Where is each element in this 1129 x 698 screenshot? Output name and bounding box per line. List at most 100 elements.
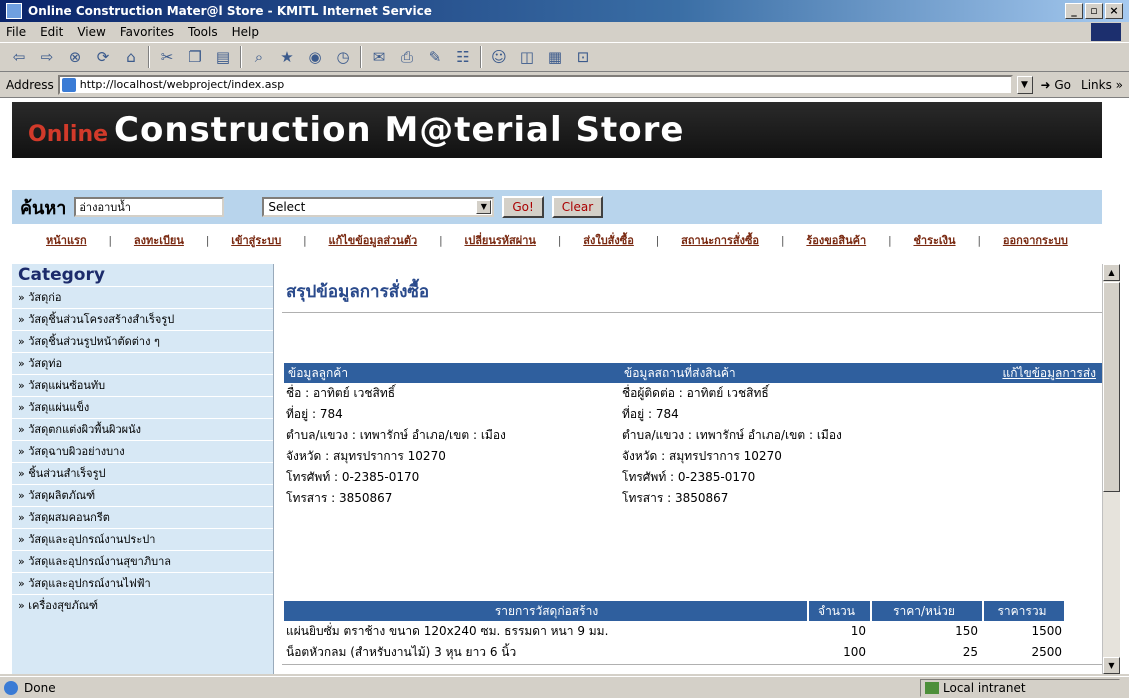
category-item[interactable]: » วัสดุท่อ xyxy=(12,352,273,374)
address-input[interactable]: http://localhost/webproject/index.asp xyxy=(57,74,1013,95)
address-dropdown-button[interactable]: ▼ xyxy=(1016,75,1033,94)
scroll-down-icon[interactable]: ▼ xyxy=(1103,657,1120,674)
discuss-icon[interactable]: ☷ xyxy=(452,46,474,68)
category-title: Category xyxy=(18,265,105,285)
search-icon[interactable]: ⌕ xyxy=(248,46,270,68)
category-item[interactable]: » วัสดุและอุปกรณ์งานประปา xyxy=(12,528,273,550)
shipping-district: ตำบล/แขวง : เทพารักษ์ อำเภอ/เขต : เมือง xyxy=(622,428,842,442)
category-item[interactable]: » วัสดุและอุปกรณ์งานไฟฟ้า xyxy=(12,572,273,594)
site-banner: Online Construction M@terial Store xyxy=(12,102,1102,158)
category-item[interactable]: » วัสดุฉาบผิวอย่างบาง xyxy=(12,440,273,462)
customer-province: จังหวัด : สมุทรปราการ 10270 xyxy=(286,449,446,463)
menu-file[interactable]: File xyxy=(6,25,26,39)
category-item[interactable]: » วัสดุตกแต่งผิวพื้นผิวผนัง xyxy=(12,418,273,440)
search-input[interactable] xyxy=(74,197,225,217)
research-icon[interactable]: ◫ xyxy=(516,46,538,68)
cell-total: 1500 xyxy=(1031,624,1062,638)
chevron-down-icon[interactable]: ▼ xyxy=(476,200,492,214)
browser-viewport: Online Construction M@terial Store ค้นหา… xyxy=(0,98,1129,674)
category-item[interactable]: » วัสดุผลิตภัณฑ์ xyxy=(12,484,273,506)
back-icon[interactable]: ⇦ xyxy=(8,46,30,68)
customer-info-header: ข้อมูลลูกค้า xyxy=(284,363,620,383)
forward-icon[interactable]: ⇨ xyxy=(36,46,58,68)
customer-info-title: ข้อมูลลูกค้า xyxy=(288,366,349,380)
nav-edit-profile[interactable]: แก้ไขข้อมูลส่วนตัว xyxy=(328,231,417,249)
menu-view[interactable]: View xyxy=(77,25,105,39)
nav-home[interactable]: หน้าแรก xyxy=(46,231,87,249)
nav-submit-order[interactable]: ส่งใบสั่งซื้อ xyxy=(583,231,634,249)
security-zone: Local intranet xyxy=(920,679,1120,697)
paste-icon[interactable]: ▤ xyxy=(212,46,234,68)
edit-shipping-link[interactable]: แก้ไขข้อมูลการส่ง xyxy=(1002,363,1096,383)
table-row: แผ่นยิบซั่ม ตราช้าง ขนาด 120x240 ซม. ธรร… xyxy=(284,621,1102,642)
banner-online: Online xyxy=(28,121,109,147)
favorites-icon[interactable]: ★ xyxy=(276,46,298,68)
scroll-up-icon[interactable]: ▲ xyxy=(1103,264,1120,281)
toolbar-separator xyxy=(360,46,362,68)
search-clear-button[interactable]: Clear xyxy=(551,196,604,218)
print-icon[interactable]: ⎙ xyxy=(396,46,418,68)
nav-payment[interactable]: ชำระเงิน xyxy=(913,231,955,249)
nav-logout[interactable]: ออกจากระบบ xyxy=(1003,231,1068,249)
category-item[interactable]: » วัสดุแผ่นซ้อนทับ xyxy=(12,374,273,396)
minimize-button[interactable]: _ xyxy=(1065,3,1083,19)
messenger-icon[interactable]: ☺ xyxy=(488,46,510,68)
preview-icon[interactable]: ⊡ xyxy=(572,46,594,68)
category-item[interactable]: » วัสดุก่อ xyxy=(12,286,273,308)
category-item[interactable]: » ชิ้นส่วนสำเร็จรูป xyxy=(12,462,273,484)
refresh-icon[interactable]: ⟳ xyxy=(92,46,114,68)
menu-favorites[interactable]: Favorites xyxy=(120,25,174,39)
nav-register[interactable]: ลงทะเบียน xyxy=(134,231,184,249)
shipping-address: ที่อยู่ : 784 xyxy=(622,407,679,421)
home-icon[interactable]: ⌂ xyxy=(120,46,142,68)
shipping-info-title: ข้อมูลสถานที่ส่งสินค้า xyxy=(624,366,736,380)
status-bar: Done Local intranet xyxy=(0,676,1129,698)
windows-logo-icon xyxy=(1091,23,1121,41)
media-icon[interactable]: ◉ xyxy=(304,46,326,68)
scroll-thumb[interactable] xyxy=(1103,282,1120,492)
zone-label: Local intranet xyxy=(943,681,1026,695)
stop-icon[interactable]: ⊗ xyxy=(64,46,86,68)
edit-icon[interactable]: ✎ xyxy=(424,46,446,68)
go-button[interactable]: ➜ Go xyxy=(1041,78,1072,92)
category-item[interactable]: » วัสดุผสมคอนกรีต xyxy=(12,506,273,528)
status-page-icon xyxy=(4,680,18,695)
search-bar: ค้นหา Select ▼ Go! Clear xyxy=(12,190,1102,224)
toolbar: ⇦ ⇨ ⊗ ⟳ ⌂ ✂ ❐ ▤ ⌕ ★ ◉ ◷ ✉ ⎙ ✎ ☷ ☺ ◫ ▦ ⊡ xyxy=(0,42,1129,72)
customer-fax: โทรสาร : 3850867 xyxy=(286,491,393,505)
mail-icon[interactable]: ✉ xyxy=(368,46,390,68)
customer-name: ชื่อ : อาทิตย์ เวชสิทธิ์ xyxy=(286,386,396,400)
vertical-scrollbar[interactable]: ▲ ▼ xyxy=(1102,264,1120,674)
customer-address: ที่อยู่ : 784 xyxy=(286,407,343,421)
maximize-button[interactable]: ▫ xyxy=(1085,3,1103,19)
search-go-button[interactable]: Go! xyxy=(502,196,544,218)
ie-icon xyxy=(6,3,22,19)
cell-item: น็อตหัวกลม (สำหรับงานไม้) 3 หุน ยาว 6 นิ… xyxy=(286,645,517,659)
nav-login[interactable]: เข้าสู่ระบบ xyxy=(231,231,281,249)
nav-change-password[interactable]: เปลี่ยนรหัสผ่าน xyxy=(464,231,535,249)
links-button[interactable]: Links » xyxy=(1081,78,1123,92)
close-button[interactable]: × xyxy=(1105,3,1123,19)
category-item[interactable]: » วัสดุและอุปกรณ์งานสุขาภิบาล xyxy=(12,550,273,572)
copy-icon[interactable]: ❐ xyxy=(184,46,206,68)
category-item[interactable]: » วัสดุชิ้นส่วนโครงสร้างสำเร็จรูป xyxy=(12,308,273,330)
document-icon[interactable]: ▦ xyxy=(544,46,566,68)
shipping-phone: โทรศัพท์ : 0-2385-0170 xyxy=(622,470,756,484)
nav-links: หน้าแรก | ลงทะเบียน | เข้าสู่ระบบ | แก้ไขข้… xyxy=(12,230,1102,250)
category-item[interactable]: » เครื่องสุขภัณฑ์ xyxy=(12,594,273,616)
title-bar: Online Construction Mater@l Store - KMIT… xyxy=(0,0,1129,22)
search-label: ค้นหา xyxy=(20,197,67,219)
category-item[interactable]: » วัสดุชิ้นส่วนรูปหน้าตัดต่าง ๆ xyxy=(12,330,273,352)
category-sidebar: Category » วัสดุก่อ » วัสดุชิ้นส่วนโครงส… xyxy=(12,264,274,674)
menu-edit[interactable]: Edit xyxy=(40,25,63,39)
category-item[interactable]: » วัสดุแผ่นแข็ง xyxy=(12,396,273,418)
menu-help[interactable]: Help xyxy=(232,25,259,39)
category-select[interactable]: Select ▼ xyxy=(262,197,495,217)
nav-request-product[interactable]: ร้องขอสินค้า xyxy=(806,231,866,249)
history-icon[interactable]: ◷ xyxy=(332,46,354,68)
shipping-info-header: ข้อมูลสถานที่ส่งสินค้า แก้ไขข้อมูลการส่ง xyxy=(620,363,1102,383)
cell-total: 2500 xyxy=(1031,645,1062,659)
nav-order-status[interactable]: สถานะการสั่งซื้อ xyxy=(681,231,759,249)
cut-icon[interactable]: ✂ xyxy=(156,46,178,68)
menu-tools[interactable]: Tools xyxy=(188,25,218,39)
